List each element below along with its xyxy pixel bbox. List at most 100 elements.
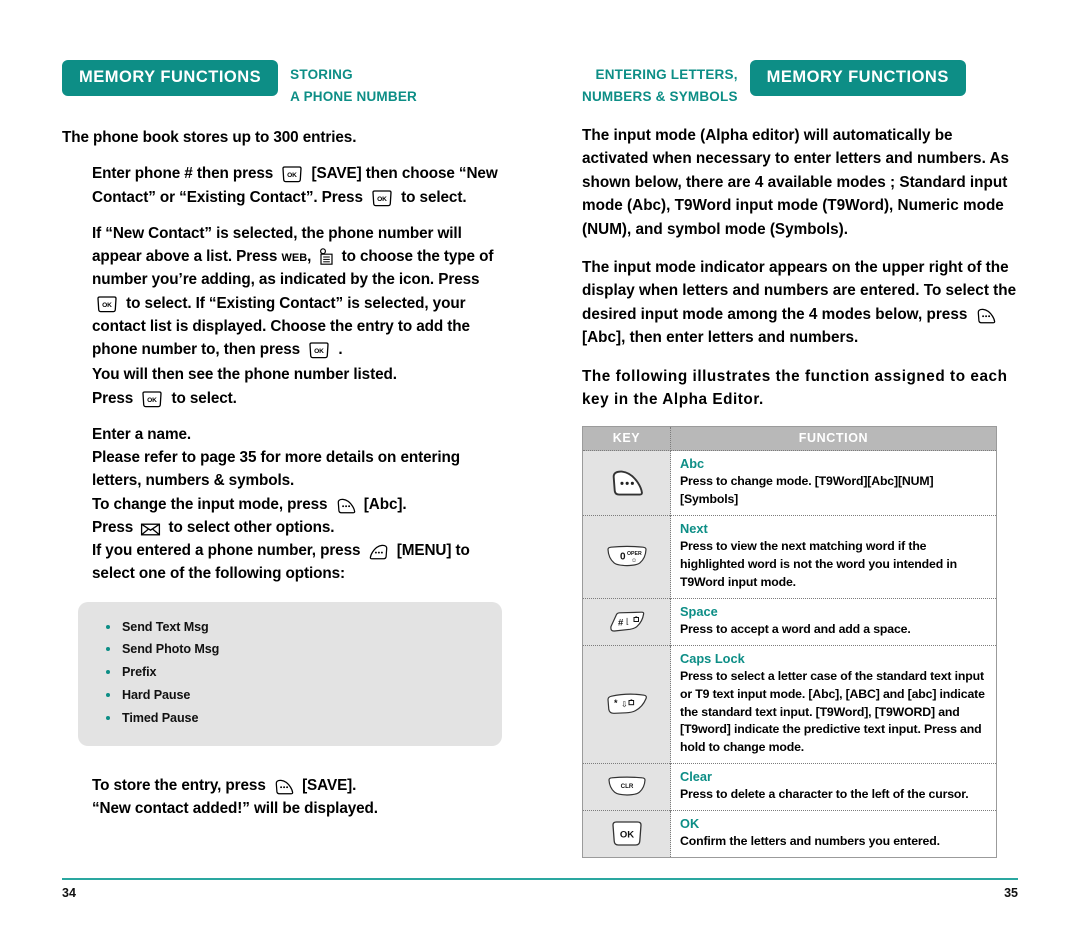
ok-key-icon: OK: [607, 819, 647, 849]
ok-key-icon: OK: [95, 295, 119, 313]
ok-key-icon: OK: [280, 166, 304, 183]
right-paragraph-mode-indicator: The input mode indicator appears on the …: [582, 256, 1018, 350]
list-item: Send Text Msg: [104, 616, 502, 639]
svg-text:OPER: OPER: [627, 551, 642, 557]
pound-space-key-icon: # ⌊: [604, 609, 650, 635]
function-cell: OK Confirm the letters and numbers you e…: [670, 810, 997, 858]
right-section-title-line2: NUMBERS & SYMBOLS: [582, 89, 738, 105]
p4-text-g: If you entered a phone number, press: [92, 542, 361, 559]
function-cell: Clear Press to delete a character to the…: [670, 763, 997, 811]
key-cell: CLR: [582, 763, 671, 811]
web-comma: ,: [307, 248, 312, 265]
svg-text:OK: OK: [288, 172, 298, 179]
softkey-right-icon: [975, 308, 997, 324]
key-cell: 0 OPER ☺: [582, 515, 671, 599]
function-description: Press to delete a character to the left …: [680, 787, 969, 802]
list-item: Timed Pause: [104, 707, 502, 730]
softkey-right-icon: [273, 779, 295, 795]
function-description: Confirm the letters and numbers you ente…: [680, 834, 940, 849]
zero-oper-key-icon: 0 OPER ☺: [603, 544, 651, 570]
ok-key-icon: OK: [307, 342, 331, 359]
options-list: Send Text Msg Send Photo Msg Prefix Hard…: [104, 616, 502, 731]
function-title: Abc: [680, 456, 705, 472]
table-header-row: KEY FUNCTION: [582, 426, 997, 452]
left-page-number: 34: [62, 886, 76, 900]
left-header-badge: MEMORY FUNCTIONS: [62, 60, 279, 96]
p5-text-c: “New contact added!” will be displayed.: [92, 800, 378, 818]
right-page-number: 35: [1004, 886, 1018, 900]
phonebook-page-icon: [318, 248, 334, 266]
function-cell: Next Press to view the next matching wor…: [670, 515, 997, 599]
softkey-right-icon: [608, 469, 646, 497]
key-function-table: KEY FUNCTION Abc Press to change mode. […: [582, 426, 997, 858]
softkey-right-icon: [335, 498, 357, 514]
p3-text-b: Press: [92, 389, 134, 407]
table-row: 0 OPER ☺ Next Press to view the next mat…: [582, 515, 997, 599]
p4-text-a: Enter a name.: [92, 425, 192, 443]
p3-text-a: You will then see the phone number liste…: [92, 366, 397, 384]
table-row: CLR Clear Press to delete a character to…: [582, 763, 997, 811]
p4-text-e: Press: [92, 518, 134, 536]
envelope-message-icon: [140, 522, 161, 537]
left-page-header: MEMORY FUNCTIONS STORING A PHONE NUMBER: [62, 60, 510, 104]
footer-rule: [62, 877, 1018, 880]
function-title: Clear: [680, 769, 713, 785]
svg-text:#: #: [618, 617, 624, 628]
p3-text-c: to select.: [171, 389, 237, 407]
right-paragraph-following: The following illustrates the function a…: [582, 367, 1008, 408]
p4-text-c: To change the input mode, press: [92, 495, 328, 513]
list-item: Hard Pause: [104, 684, 502, 707]
right-page: ENTERING LETTERS, NUMBERS & SYMBOLS MEMO…: [540, 0, 1080, 932]
function-cell: Space Press to accept a word and add a s…: [670, 597, 997, 646]
left-section-title-line1: STORING: [290, 67, 353, 82]
manual-spread: MEMORY FUNCTIONS STORING A PHONE NUMBER …: [0, 0, 1080, 932]
ok-key-icon: OK: [370, 189, 394, 207]
table-row: * ⇩ Caps Lock Press to select a letter c…: [582, 644, 997, 764]
p4-text-d: [Abc].: [363, 495, 407, 513]
options-panel: Send Text Msg Send Photo Msg Prefix Hard…: [78, 601, 502, 747]
function-description: Press to accept a word and add a space.: [680, 621, 911, 636]
right-page-header: ENTERING LETTERS, NUMBERS & SYMBOLS MEMO…: [582, 60, 1018, 104]
left-section-title-line2: A PHONE NUMBER: [290, 89, 417, 105]
svg-text:0: 0: [620, 551, 626, 562]
web-key-label: WEB: [281, 252, 308, 264]
function-title: Caps Lock: [680, 650, 745, 666]
table-header-key: KEY: [582, 426, 671, 452]
p2-text-d: .: [338, 341, 343, 358]
svg-text:☺: ☺: [631, 558, 637, 564]
svg-text:*: *: [614, 698, 618, 708]
page-number-row: 34 35: [62, 886, 1018, 900]
right-page-body: The input mode (Alpha editor) will autom…: [582, 124, 1018, 411]
list-item: Send Photo Msg: [104, 638, 502, 661]
p1-text-c: to select.: [401, 188, 467, 206]
ok-key-icon: OK: [140, 390, 164, 408]
right-paragraph-input-modes: The input mode (Alpha editor) will autom…: [582, 127, 1010, 238]
function-title: OK: [680, 816, 700, 832]
right-section-title-line1: ENTERING LETTERS,: [595, 67, 738, 82]
svg-text:OK: OK: [377, 196, 387, 203]
function-title: Next: [680, 521, 708, 537]
list-item: Prefix: [104, 661, 502, 684]
paragraph-save-contact: Enter phone # then press OK [SAVE] then …: [92, 162, 510, 209]
paragraph-enter-name: Enter a name. Please refer to page 35 fo…: [92, 423, 510, 586]
table-header-function: FUNCTION: [670, 426, 997, 452]
rp2-text-a: The input mode indicator appears on the …: [582, 258, 1017, 323]
svg-text:OK: OK: [102, 302, 112, 309]
table-row: # ⌊ Space Press to accept a word and add…: [582, 597, 997, 646]
key-cell: * ⇩: [582, 644, 671, 764]
left-section-title: STORING A PHONE NUMBER: [290, 60, 417, 109]
p4-text-b: Please refer to page 35 for more details…: [92, 449, 460, 490]
function-title: Space: [680, 603, 718, 619]
paragraph-store-entry: To store the entry, press [SAVE]. “New c…: [92, 774, 510, 821]
key-cell: # ⌊: [582, 597, 671, 646]
function-cell: Caps Lock Press to select a letter case …: [670, 644, 997, 764]
page-footer: 34 35: [62, 877, 1018, 900]
svg-text:⇩: ⇩: [621, 700, 628, 709]
p1-text-a: Enter phone # then press: [92, 165, 274, 183]
svg-text:OK: OK: [619, 830, 633, 841]
function-cell: Abc Press to change mode. [T9Word][Abc][…: [671, 451, 997, 516]
p4-text-f: to select other options.: [168, 518, 335, 536]
intro-paragraph: The phone book stores up to 300 entries.: [62, 129, 357, 146]
key-cell: OK: [582, 810, 671, 858]
right-header-badge: MEMORY FUNCTIONS: [749, 60, 966, 96]
